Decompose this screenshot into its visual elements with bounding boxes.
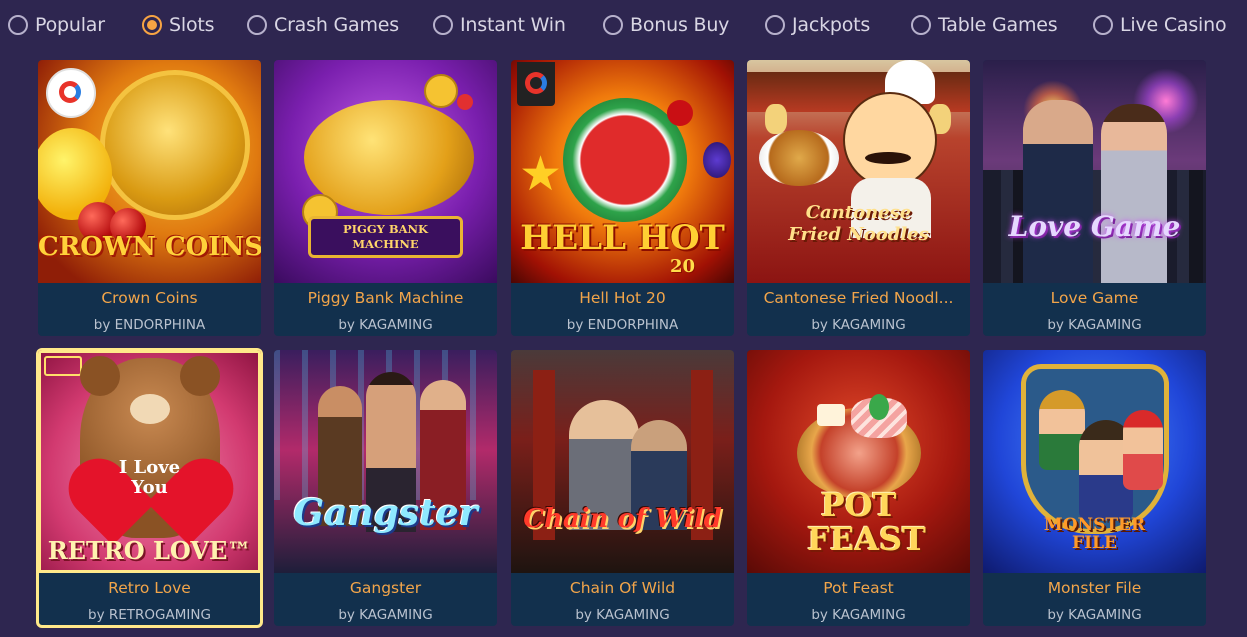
game-provider: by KAGAMING bbox=[338, 317, 433, 333]
game-thumbnail[interactable]: Gangster bbox=[274, 350, 497, 573]
game-card-love-game[interactable]: Love Game Love Game by KAGAMING bbox=[983, 60, 1206, 336]
game-card-cantonese-fried-noodles[interactable]: Cantonese Fried Noodles Cantonese Fried … bbox=[747, 60, 970, 336]
game-provider: by KAGAMING bbox=[1047, 607, 1142, 623]
game-title[interactable]: Gangster bbox=[274, 579, 497, 597]
mustache-icon bbox=[865, 152, 911, 164]
filter-label: Bonus Buy bbox=[630, 14, 730, 36]
filter-label: Table Games bbox=[938, 14, 1058, 36]
filter-crash-games[interactable]: Crash Games bbox=[247, 11, 399, 39]
filter-bonus-buy[interactable]: Bonus Buy bbox=[603, 11, 729, 39]
radio-icon[interactable] bbox=[8, 15, 28, 35]
grapes-icon bbox=[703, 142, 731, 178]
filter-label: Slots bbox=[169, 14, 215, 36]
cherry-icon bbox=[667, 100, 693, 126]
machine-sign: PIGGY BANK MACHINE bbox=[308, 216, 463, 258]
game-thumbnail[interactable]: Chain of Wild bbox=[511, 350, 734, 573]
game-provider: by KAGAMING bbox=[811, 607, 906, 623]
game-thumbnail[interactable]: PIGGY BANK MACHINE bbox=[274, 60, 497, 283]
thumbnail-logo-text: Cantonese Fried Noodles bbox=[788, 202, 929, 245]
thumbnail-logo-text: POT FEAST bbox=[807, 486, 926, 558]
game-thumbnail[interactable]: MONSTER FILE bbox=[983, 350, 1206, 573]
game-title[interactable]: Retro Love bbox=[38, 579, 261, 597]
game-provider: by KAGAMING bbox=[1047, 317, 1142, 333]
game-title[interactable]: Crown Coins bbox=[38, 289, 261, 307]
game-thumbnail[interactable]: I Love You RETRO LOVE™ bbox=[38, 350, 261, 573]
game-provider: by KAGAMING bbox=[811, 317, 906, 333]
game-thumbnail[interactable]: Love Game bbox=[983, 60, 1206, 283]
radio-icon[interactable] bbox=[765, 15, 785, 35]
thumbnail-logo-text: Love Game bbox=[1008, 210, 1181, 243]
filter-popular[interactable]: Popular bbox=[8, 11, 105, 39]
filter-label: Instant Win bbox=[460, 14, 566, 36]
endorphina-logo-icon bbox=[46, 68, 96, 118]
game-provider: by RETROGAMING bbox=[88, 607, 211, 623]
game-card-crown-coins[interactable]: CROWN COINS Crown Coins by ENDORPHINA bbox=[38, 60, 261, 336]
game-provider: by KAGAMING bbox=[575, 607, 670, 623]
bear-ear-icon bbox=[180, 356, 220, 396]
bear-ear-icon bbox=[80, 356, 120, 396]
bear-snout-icon bbox=[130, 394, 170, 424]
radio-icon[interactable] bbox=[1093, 15, 1113, 35]
heart-text: I Love You bbox=[118, 457, 181, 498]
thumbnail-logo-text: Chain of Wild bbox=[523, 504, 722, 534]
game-title[interactable]: Love Game bbox=[983, 289, 1206, 307]
woman-figure bbox=[1101, 104, 1167, 283]
man-figure bbox=[1023, 100, 1093, 283]
thumbnail-logo-text: HELL HOT bbox=[520, 218, 725, 258]
kid-figure bbox=[1123, 410, 1163, 490]
lantern-icon bbox=[765, 104, 787, 134]
game-card-hell-hot-20[interactable]: ★ HELL HOT 20 Hell Hot 20 by ENDORPHINA bbox=[511, 60, 734, 336]
game-card-chain-of-wild[interactable]: Chain of Wild Chain Of Wild by KAGAMING bbox=[511, 350, 734, 626]
radio-icon[interactable] bbox=[911, 15, 931, 35]
game-title[interactable]: Cantonese Fried Noodl... bbox=[747, 289, 970, 307]
game-title[interactable]: Pot Feast bbox=[747, 579, 970, 597]
filter-slots[interactable]: Slots bbox=[142, 11, 215, 39]
category-filter-bar: Popular Slots Crash Games Instant Win Bo… bbox=[0, 0, 1247, 50]
game-provider: by ENDORPHINA bbox=[566, 317, 679, 333]
game-thumbnail[interactable]: CROWN COINS bbox=[38, 60, 261, 283]
game-thumbnail[interactable]: ★ HELL HOT 20 bbox=[511, 60, 734, 283]
tofu-icon bbox=[817, 404, 845, 426]
thumbnail-logo-text: PIGGY BANK MACHINE bbox=[342, 222, 429, 251]
filter-instant-win[interactable]: Instant Win bbox=[433, 11, 566, 39]
filter-live-casino[interactable]: Live Casino bbox=[1093, 11, 1227, 39]
thumbnail-logo-text: RETRO LOVE™ bbox=[47, 536, 252, 565]
chef-face-icon bbox=[843, 92, 937, 188]
game-title[interactable]: Chain Of Wild bbox=[511, 579, 734, 597]
gold-coin-icon bbox=[100, 70, 250, 220]
game-title[interactable]: Piggy Bank Machine bbox=[274, 289, 497, 307]
coin-icon bbox=[424, 74, 458, 108]
thumbnail-logo-text: CROWN COINS bbox=[38, 232, 261, 262]
retrogaming-logo-icon bbox=[44, 356, 82, 376]
game-card-retro-love[interactable]: I Love You RETRO LOVE™ Retro Love by RET… bbox=[36, 348, 263, 628]
game-title[interactable]: Monster File bbox=[983, 579, 1206, 597]
radio-selected-icon[interactable] bbox=[142, 15, 162, 35]
endorphina-logo-icon bbox=[517, 62, 555, 106]
game-card-monster-file[interactable]: MONSTER FILE Monster File by KAGAMING bbox=[983, 350, 1206, 626]
filter-label: Crash Games bbox=[274, 14, 399, 36]
radio-icon[interactable] bbox=[433, 15, 453, 35]
filter-label: Popular bbox=[35, 14, 105, 36]
filter-table-games[interactable]: Table Games bbox=[911, 11, 1058, 39]
vegetable-icon bbox=[869, 394, 889, 420]
game-thumbnail[interactable]: Cantonese Fried Noodles bbox=[747, 60, 970, 283]
filter-label: Live Casino bbox=[1120, 14, 1227, 36]
star-icon: ★ bbox=[519, 146, 563, 202]
filter-jackpots[interactable]: Jackpots bbox=[765, 11, 870, 39]
game-thumbnail[interactable]: POT FEAST bbox=[747, 350, 970, 573]
thumbnail-logo-text: MONSTER FILE bbox=[1043, 515, 1146, 553]
game-provider: by KAGAMING bbox=[338, 607, 433, 623]
thumbnail-logo-text: Gangster bbox=[293, 492, 478, 534]
radio-icon[interactable] bbox=[247, 15, 267, 35]
game-title[interactable]: Hell Hot 20 bbox=[511, 289, 734, 307]
game-card-gangster[interactable]: Gangster Gangster by KAGAMING bbox=[274, 350, 497, 626]
noodle-plate-icon bbox=[759, 130, 839, 186]
filter-label: Jackpots bbox=[792, 14, 871, 36]
radio-icon[interactable] bbox=[603, 15, 623, 35]
game-card-piggy-bank-machine[interactable]: PIGGY BANK MACHINE Piggy Bank Machine by… bbox=[274, 60, 497, 336]
thumbnail-logo-subtext: 20 bbox=[669, 256, 696, 277]
lever-knob-icon bbox=[457, 94, 473, 110]
game-provider: by ENDORPHINA bbox=[93, 317, 206, 333]
game-card-pot-feast[interactable]: POT FEAST Pot Feast by KAGAMING bbox=[747, 350, 970, 626]
